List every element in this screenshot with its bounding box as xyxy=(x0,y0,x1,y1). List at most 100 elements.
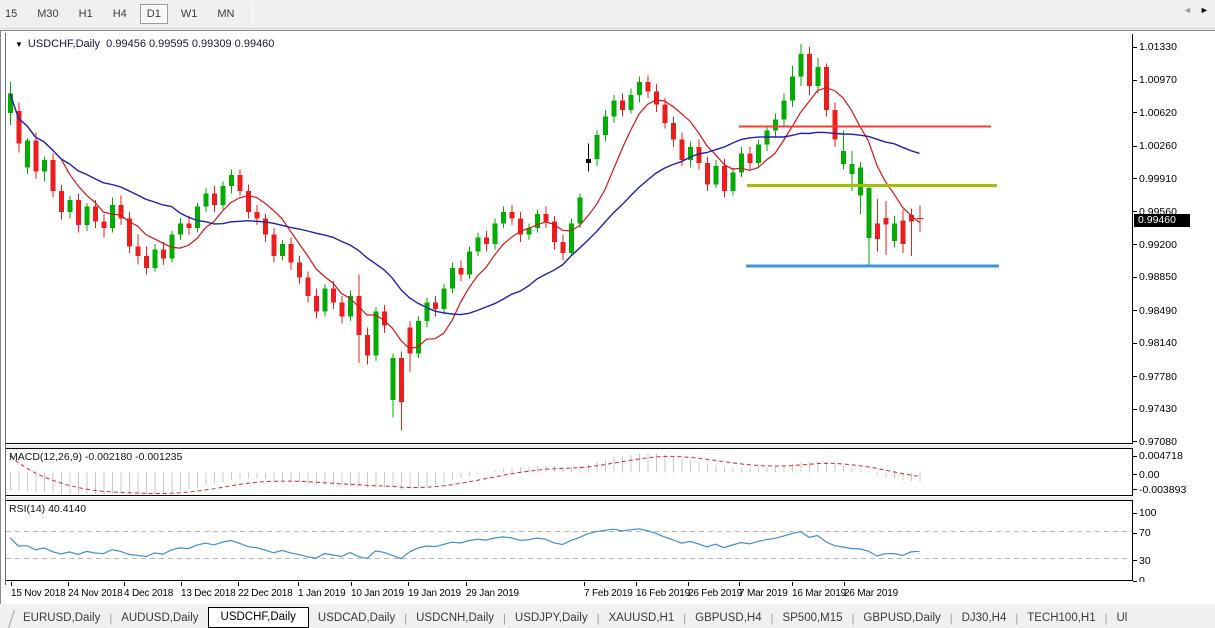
candle-body xyxy=(841,151,846,164)
time-axis-tick xyxy=(466,582,467,586)
timeframe-button-m30[interactable]: M30 xyxy=(30,4,65,24)
candle-body xyxy=(654,91,659,104)
candle-body xyxy=(858,168,863,196)
time-axis-tick xyxy=(68,582,69,586)
chart-tab-audusd[interactable]: AUDUSD,Daily xyxy=(112,609,207,628)
candle-body xyxy=(204,194,209,207)
candle-body xyxy=(901,221,906,244)
rsi-label: RSI(14) 40.4140 xyxy=(9,503,86,515)
time-axis-label: 7 Feb 2019 xyxy=(584,588,633,599)
timeframe-button-15[interactable]: 15 xyxy=(0,4,24,24)
price-axis-tick xyxy=(1133,80,1137,81)
price-axis-tick xyxy=(1133,277,1137,278)
rsi-axis-tick xyxy=(1133,560,1137,561)
candle-body xyxy=(42,160,47,171)
candlestick-chart xyxy=(6,34,1132,442)
candle-body xyxy=(323,288,328,311)
candle-body xyxy=(314,296,319,312)
price-axis-tick xyxy=(1133,310,1137,311)
time-axis[interactable]: 15 Nov 201824 Nov 20184 Dec 201813 Dec 2… xyxy=(6,582,1215,604)
timeframe-button-d1[interactable]: D1 xyxy=(140,4,168,24)
timeframe-button-h4[interactable]: H4 xyxy=(106,4,134,24)
candle-body xyxy=(739,154,744,173)
candle-body xyxy=(178,223,183,234)
time-axis-tick xyxy=(238,582,239,586)
candle-body xyxy=(459,268,464,275)
timeframe-button-w1[interactable]: W1 xyxy=(174,4,205,24)
candle-body xyxy=(748,154,753,163)
candle-body xyxy=(816,67,821,86)
time-axis-tick xyxy=(351,582,352,586)
candle-body xyxy=(731,172,736,191)
chart-tab-gbpusd[interactable]: GBPUSD,Daily xyxy=(854,609,949,628)
time-axis-label: 1 Jan 2019 xyxy=(298,588,346,599)
main-chart-pane[interactable]: ▼USDCHF,Daily 0.99456 0.99595 0.99309 0.… xyxy=(6,34,1133,444)
macd-label: MACD(12,26,9) -0.002180 -0.001235 xyxy=(9,451,182,463)
candle-body xyxy=(289,244,294,263)
price-axis-tick xyxy=(1133,409,1137,410)
candle-body xyxy=(892,223,897,241)
price-axis-label: 1.00260 xyxy=(1139,140,1177,152)
time-axis-tick xyxy=(636,582,637,586)
chart-tab-tech100[interactable]: TECH100,H1 xyxy=(1018,609,1104,628)
candle-body xyxy=(790,77,795,101)
price-axis-tick xyxy=(1133,343,1137,344)
candle-body xyxy=(756,144,761,163)
rsi-axis-tick xyxy=(1133,513,1137,514)
time-axis-label: 24 Nov 2018 xyxy=(68,588,123,599)
candle-body xyxy=(476,237,481,251)
candle-body xyxy=(25,141,30,168)
candle-body xyxy=(544,214,549,221)
rsi-axis-label: 70 xyxy=(1139,527,1151,539)
candle-body xyxy=(637,82,642,95)
timeframe-button-mn[interactable]: MN xyxy=(210,4,241,24)
candle-body xyxy=(484,237,489,244)
time-axis-tick xyxy=(124,582,125,586)
candle-body xyxy=(161,249,166,258)
candle-body xyxy=(680,140,685,160)
chart-tab-usdjpy[interactable]: USDJPY,Daily xyxy=(506,609,597,628)
candle-body xyxy=(663,104,668,123)
candle-body xyxy=(34,141,39,172)
candle-body xyxy=(76,200,81,225)
candle-body xyxy=(297,262,302,277)
chart-tab-sp500[interactable]: SP500,M15 xyxy=(773,609,851,628)
time-axis-tick xyxy=(181,582,182,586)
tab-scroll-left-icon[interactable]: ◄ xyxy=(1183,5,1200,15)
candle-body xyxy=(561,242,566,253)
chart-tab-usdcad[interactable]: USDCAD,Daily xyxy=(309,609,404,628)
chart-tab-xauusd[interactable]: XAUUSD,H1 xyxy=(599,609,683,628)
time-axis-tick xyxy=(792,582,793,586)
chart-tab-usdchf[interactable]: USDCHF,Daily xyxy=(208,607,309,628)
tab-scroll-arrows: ◄► xyxy=(1183,5,1215,15)
chart-title: ▼USDCHF,Daily 0.99456 0.99595 0.99309 0.… xyxy=(15,38,274,50)
price-axis[interactable]: 1.013301.009701.006201.002600.999100.995… xyxy=(1134,34,1215,581)
tab-scroll-right-icon[interactable]: ► xyxy=(1200,5,1215,15)
price-axis-label: 0.99200 xyxy=(1139,239,1177,251)
candle-body xyxy=(493,223,498,243)
macd-axis-tick xyxy=(1133,456,1137,457)
chart-tab-gbpusd[interactable]: GBPUSD,H4 xyxy=(686,609,770,628)
timeframe-button-h1[interactable]: H1 xyxy=(72,4,100,24)
candle-body xyxy=(799,54,804,76)
chart-window: ▼USDCHF,Daily 0.99456 0.99595 0.99309 0.… xyxy=(0,30,1215,604)
candle-body xyxy=(357,296,362,335)
time-axis-tick xyxy=(688,582,689,586)
time-axis-label: 4 Dec 2018 xyxy=(124,588,173,599)
chart-tab-dj30[interactable]: DJ30,H4 xyxy=(953,609,1016,628)
time-axis-tick xyxy=(298,582,299,586)
chart-tab-eurusd[interactable]: EURUSD,Daily xyxy=(14,609,109,628)
mt4-window: 15 M30 H1 H4 D1 W1MN ▼USDCHF,Daily 0.99456 0.… xyxy=(0,0,1215,628)
candle-body xyxy=(884,218,889,225)
macd-pane[interactable]: MACD(12,26,9) -0.002180 -0.001235 xyxy=(6,448,1133,496)
chart-tab-ul[interactable]: Ul xyxy=(1107,609,1136,628)
candle-body xyxy=(246,191,251,212)
candle-body xyxy=(620,101,625,110)
price-axis-label: 0.98140 xyxy=(1139,337,1177,349)
candle-body xyxy=(136,247,141,256)
candle-body xyxy=(238,175,243,191)
rsi-pane[interactable]: RSI(14) 40.4140 xyxy=(6,500,1133,581)
chart-tab-usdcnh[interactable]: USDCNH,Daily xyxy=(407,609,503,628)
candle-body xyxy=(391,358,396,400)
candle-body xyxy=(340,302,345,316)
